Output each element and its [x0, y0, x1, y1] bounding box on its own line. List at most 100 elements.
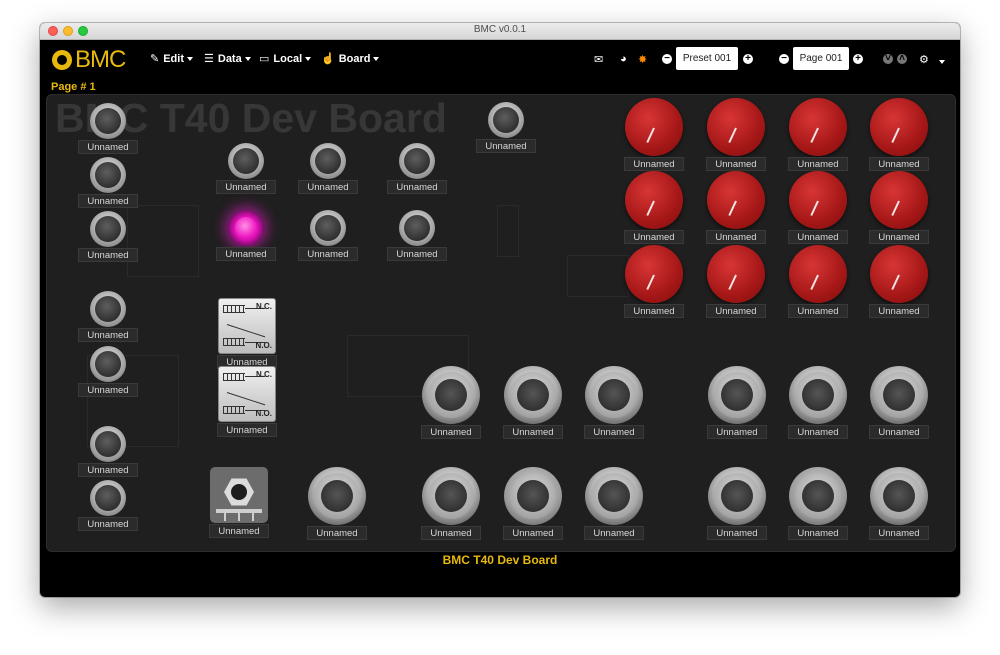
- potentiometer-knob[interactable]: [789, 171, 847, 229]
- jack-component[interactable]: [585, 366, 643, 424]
- button-component[interactable]: [90, 291, 126, 327]
- component-label: Unnamed: [78, 140, 138, 154]
- button-component[interactable]: [90, 346, 126, 382]
- component-label: Unnamed: [78, 328, 138, 342]
- component-label: Unnamed: [476, 139, 536, 153]
- window-title: BMC v0.0.1: [473, 24, 527, 35]
- component-label: Unnamed: [624, 304, 684, 318]
- dashboard-icon[interactable]: ◕: [620, 53, 627, 65]
- knob-indicator: [891, 127, 900, 143]
- menu-data-label: Data: [217, 52, 242, 65]
- gear-icon[interactable]: ⚙: [919, 53, 929, 66]
- button-component[interactable]: [228, 143, 264, 179]
- chevron-up-icon[interactable]: ˄: [897, 54, 907, 64]
- preset-selector[interactable]: Preset 001: [676, 47, 738, 70]
- relay-arm: [226, 324, 266, 338]
- chat-icon[interactable]: ✉: [594, 53, 603, 66]
- potentiometer-knob[interactable]: [707, 245, 765, 303]
- sync-status-icon[interactable]: ✸: [638, 53, 647, 66]
- button-component[interactable]: [399, 210, 435, 246]
- menu-data[interactable]: ☰ Data: [204, 52, 251, 65]
- relay-component[interactable]: N.C. N.O.: [218, 298, 276, 354]
- button-component[interactable]: [90, 157, 126, 193]
- bmc-logo[interactable]: BMC: [52, 46, 126, 74]
- component-label: Unnamed: [707, 425, 767, 439]
- component-label: Unnamed: [584, 526, 644, 540]
- component-label: Unnamed: [869, 230, 929, 244]
- knob-indicator: [891, 200, 900, 216]
- component-label: Unnamed: [788, 230, 848, 244]
- preset-prev-button[interactable]: −: [662, 54, 672, 64]
- jack-component[interactable]: [504, 467, 562, 525]
- preset-next-button[interactable]: +: [743, 54, 753, 64]
- component-label: Unnamed: [209, 524, 269, 538]
- potentiometer-knob[interactable]: [707, 171, 765, 229]
- potentiometer-knob[interactable]: [870, 98, 928, 156]
- knob-indicator: [728, 274, 737, 290]
- menu-edit[interactable]: ✎ Edit: [150, 52, 193, 65]
- page-prev-button[interactable]: −: [779, 54, 789, 64]
- jack-component[interactable]: [585, 467, 643, 525]
- potentiometer-knob[interactable]: [789, 245, 847, 303]
- component-label: Unnamed: [307, 526, 367, 540]
- knob-indicator: [810, 127, 819, 143]
- component-label: Unnamed: [788, 157, 848, 171]
- settings-caret-icon[interactable]: [939, 60, 945, 64]
- button-component[interactable]: [310, 143, 346, 179]
- component-label: Unnamed: [869, 526, 929, 540]
- component-label: Unnamed: [624, 230, 684, 244]
- encoder-component[interactable]: [210, 467, 268, 523]
- potentiometer-knob[interactable]: [625, 245, 683, 303]
- potentiometer-knob[interactable]: [789, 98, 847, 156]
- app-window: BMC v0.0.1 BMC ✎ Edit ☰ Data ▭ Local ☝ B…: [40, 23, 960, 597]
- jack-component[interactable]: [870, 467, 928, 525]
- encoder-pin: [224, 513, 226, 521]
- button-component[interactable]: [310, 210, 346, 246]
- menu-board[interactable]: ☝ Board: [321, 52, 380, 65]
- component-label: Unnamed: [78, 248, 138, 262]
- led-component[interactable]: [228, 210, 264, 246]
- jack-component[interactable]: [422, 366, 480, 424]
- jack-component[interactable]: [789, 467, 847, 525]
- jack-component[interactable]: [708, 467, 766, 525]
- potentiometer-knob[interactable]: [625, 98, 683, 156]
- button-component[interactable]: [90, 211, 126, 247]
- button-component[interactable]: [90, 426, 126, 462]
- button-component[interactable]: [399, 143, 435, 179]
- component-label: Unnamed: [503, 526, 563, 540]
- jack-component[interactable]: [504, 366, 562, 424]
- relay-component[interactable]: N.C. N.O.: [218, 366, 276, 422]
- pointer-hand-icon: ☝: [321, 53, 335, 65]
- jack-component[interactable]: [308, 467, 366, 525]
- button-component[interactable]: [488, 102, 524, 138]
- menu-local[interactable]: ▭ Local: [259, 52, 312, 65]
- jack-component[interactable]: [422, 467, 480, 525]
- knob-indicator: [810, 200, 819, 216]
- component-label: Unnamed: [584, 425, 644, 439]
- relay-coil: [223, 373, 245, 381]
- jack-component[interactable]: [708, 366, 766, 424]
- chevron-down-icon[interactable]: ˅: [883, 54, 893, 64]
- component-label: Unnamed: [78, 194, 138, 208]
- potentiometer-knob[interactable]: [870, 171, 928, 229]
- component-label: Unnamed: [78, 517, 138, 531]
- potentiometer-knob[interactable]: [707, 98, 765, 156]
- component-label: Unnamed: [869, 304, 929, 318]
- potentiometer-knob[interactable]: [625, 171, 683, 229]
- button-component[interactable]: [90, 103, 126, 139]
- encoder-shaft: [231, 484, 247, 500]
- page-number-label: Page # 1: [51, 81, 96, 93]
- page-next-button[interactable]: +: [853, 54, 863, 64]
- button-component[interactable]: [90, 480, 126, 516]
- potentiometer-knob[interactable]: [870, 245, 928, 303]
- jack-component[interactable]: [789, 366, 847, 424]
- component-label: Unnamed: [503, 425, 563, 439]
- jack-component[interactable]: [870, 366, 928, 424]
- relay-coil: [223, 305, 245, 313]
- component-label: Unnamed: [869, 157, 929, 171]
- page-selector[interactable]: Page 001: [793, 47, 849, 70]
- component-label: Unnamed: [788, 425, 848, 439]
- knob-indicator: [646, 127, 655, 143]
- board-footer-title: BMC T40 Dev Board: [442, 553, 558, 567]
- knob-indicator: [646, 200, 655, 216]
